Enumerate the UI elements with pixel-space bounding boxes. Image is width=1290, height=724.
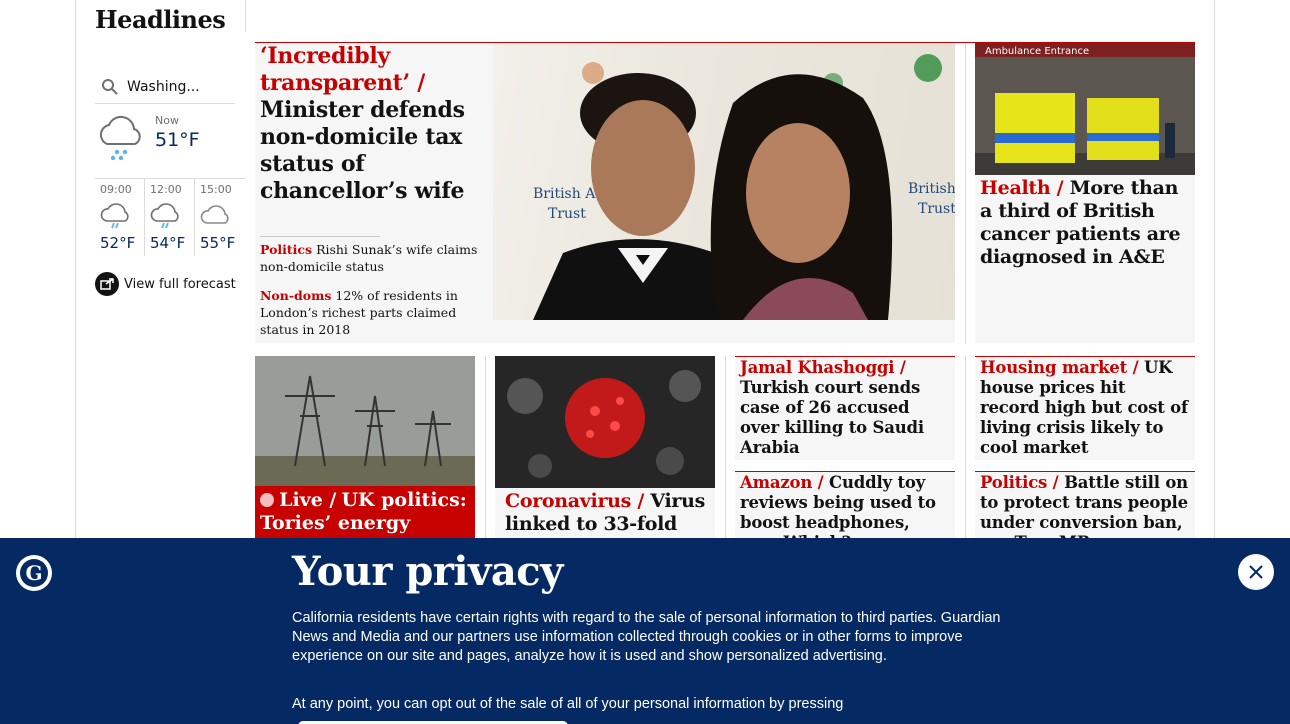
ambulance-sign-text: Ambulance Entrance [985,46,1089,57]
column-divider [725,356,726,538]
view-full-forecast-label: View full forecast [124,276,236,292]
sublink[interactable]: Non-doms 12% of residents in London’s ri… [260,287,480,338]
politics-kicker: Politics / [980,473,1059,492]
privacy-banner: G Your privacy California residents have… [0,538,1290,724]
housing-story-card[interactable]: Housing market / UK house prices hit rec… [975,356,1195,460]
live-story-card[interactable]: Live / UK politics: Tories’ energy strat… [255,356,475,557]
khashoggi-headline[interactable]: Jamal Khashoggi / Turkish court sends ca… [735,357,955,458]
hero-headline-text: Minister defends non-domicile tax status… [260,97,465,204]
column-divider [965,356,966,538]
column-divider [965,42,966,344]
live-kicker: Live / [279,489,337,511]
amazon-story-card[interactable]: Amazon / Cuddly toy reviews being used t… [735,471,955,538]
forecast-row: 09:00 52°F 12:00 54°F 15:00 55°F [95,178,245,256]
coronavirus-story-card[interactable]: Coronavirus / Virus linked to 33-fold [495,356,715,538]
amazon-kicker: Amazon / [740,473,824,492]
forecast-time: 15:00 [200,183,232,196]
cloud-icon [200,205,229,224]
coronavirus-kicker: Coronavirus / [505,490,645,512]
weather-location-search[interactable]: Washing... [95,70,235,104]
live-dot-icon [260,493,274,507]
khashoggi-story-card[interactable]: Jamal Khashoggi / Turkish court sends ca… [735,356,955,460]
coronavirus-headline[interactable]: Coronavirus / Virus linked to 33-fold [500,490,712,536]
section-title: Headlines [95,5,226,34]
backdrop-text: British [908,181,955,197]
now-temperature: 51°F [155,129,200,151]
ambulance-photo[interactable]: Ambulance Entrance [975,43,1195,175]
guardian-logo-icon: G [16,555,52,591]
live-headline[interactable]: Live / UK politics: Tories’ energy strat… [255,486,475,557]
pylons-photo[interactable] [255,356,475,486]
privacy-text: California residents have certain rights… [292,610,1001,664]
location-text: Washing... [127,78,200,95]
sublink-kicker: Politics [260,242,313,257]
sublink-divider [260,236,380,237]
search-icon [102,78,118,95]
health-headline[interactable]: Health / More than a third of British ca… [980,177,1192,269]
politics-story-card[interactable]: Politics / Battle still on to protect tr… [975,471,1195,538]
hero-kicker: ‘Incredibly transparent’ / [260,43,425,96]
svg-text:G: G [25,561,42,585]
sublink-kicker: Non-doms [260,288,332,303]
external-link-icon [95,272,119,296]
virus-photo[interactable] [495,356,715,488]
backdrop-text: Trust [918,201,955,217]
sublink[interactable]: Politics Rishi Sunak’s wife claims non-d… [260,241,480,275]
housing-kicker: Housing market / [980,358,1139,377]
hero-story-card[interactable]: ‘Incredibly transparent’ / Minister defe… [255,43,955,343]
column-divider [485,356,486,538]
politics-headline[interactable]: Politics / Battle still on to protect tr… [975,472,1195,538]
khashoggi-headline-text: Turkish court sends case of 26 accused o… [740,378,924,457]
forecast-temperature: 54°F [150,234,186,252]
khashoggi-kicker: Jamal Khashoggi / [740,358,906,377]
hero-photo[interactable]: British Asian Trust British Trust [493,43,955,320]
privacy-text-optout: At any point, you can opt out of the sal… [292,696,844,712]
rain-cloud-icon [99,115,141,160]
forecast-time: 09:00 [100,183,132,196]
forecast-item: 12:00 54°F [145,179,195,256]
view-full-forecast-link[interactable]: View full forecast [95,272,236,296]
close-icon [1249,565,1263,579]
rain-cloud-icon [100,203,129,229]
privacy-title: Your privacy [292,548,563,595]
now-label: Now [155,114,179,127]
amazon-headline[interactable]: Amazon / Cuddly toy reviews being used t… [735,472,955,538]
forecast-temperature: 52°F [100,234,136,252]
hero-headline[interactable]: ‘Incredibly transparent’ / Minister defe… [260,43,485,205]
close-button[interactable] [1238,554,1274,590]
forecast-item: 09:00 52°F [95,179,145,256]
forecast-temperature: 55°F [200,234,236,252]
rain-cloud-icon [150,203,179,229]
housing-headline[interactable]: Housing market / UK house prices hit rec… [975,357,1195,458]
health-story-card[interactable]: Ambulance Entrance Health / More than a … [975,43,1195,343]
hero-sublinks: Politics Rishi Sunak’s wife claims non-d… [260,236,480,350]
health-kicker: Health / [980,177,1064,199]
section-separator [245,0,246,32]
forecast-item: 15:00 55°F [195,179,245,256]
forecast-time: 12:00 [150,183,182,196]
backdrop-text: Trust [548,206,586,222]
